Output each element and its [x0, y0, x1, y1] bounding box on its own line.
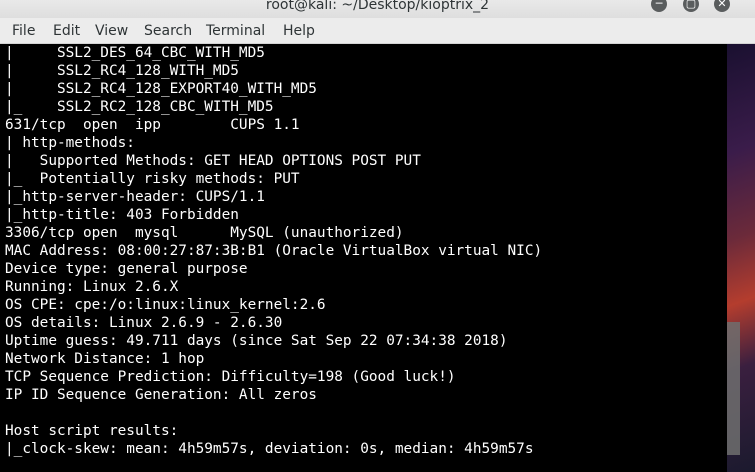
- terminal-line: Host script results:: [5, 423, 179, 439]
- terminal-line: 631/tcp open ipp CUPS 1.1: [5, 117, 300, 133]
- terminal-line: Running: Linux 2.6.X: [5, 279, 179, 295]
- terminal-line: | http-methods:: [5, 135, 135, 151]
- terminal-line: IP ID Sequence Generation: All zeros: [5, 387, 317, 403]
- terminal-line: Uptime guess: 49.711 days (since Sat Sep…: [5, 333, 508, 349]
- terminal-line: | Supported Methods: GET HEAD OPTIONS PO…: [5, 153, 421, 169]
- terminal-line: |_http-title: 403 Forbidden: [5, 207, 239, 223]
- menu-terminal[interactable]: Terminal: [206, 23, 265, 39]
- terminal-line: |_clock-skew: mean: 4h59m57s, deviation:…: [5, 441, 534, 457]
- terminal-line: Device type: general purpose: [5, 261, 248, 277]
- menu-view[interactable]: View: [95, 23, 128, 39]
- terminal-window: root@kali: ~/Desktop/kioptrix_2 ─ ▢ ✕ Fi…: [0, 0, 755, 472]
- menu-search[interactable]: Search: [144, 23, 192, 39]
- title-bar[interactable]: root@kali: ~/Desktop/kioptrix_2 ─ ▢ ✕: [0, 0, 755, 18]
- menu-help[interactable]: Help: [283, 23, 315, 39]
- terminal-line: |_ SSL2_RC2_128_CBC_WITH_MD5: [5, 99, 274, 115]
- terminal-line: | SSL2_RC4_128_WITH_MD5: [5, 63, 239, 79]
- terminal-output[interactable]: | SSL2_DES_64_CBC_WITH_MD5 | SSL2_RC4_12…: [0, 44, 727, 472]
- menu-edit[interactable]: Edit: [53, 23, 80, 39]
- terminal-line: 3306/tcp open mysql MySQL (unauthorized): [5, 225, 404, 241]
- terminal-line: | SSL2_RC4_128_EXPORT40_WITH_MD5: [5, 81, 317, 97]
- terminal-line: OS details: Linux 2.6.9 - 2.6.30: [5, 315, 283, 331]
- menu-bar: File Edit View Search Terminal Help: [0, 18, 755, 44]
- terminal-line: TCP Sequence Prediction: Difficulty=198 …: [5, 369, 456, 385]
- scrollbar-thumb[interactable]: [727, 322, 740, 455]
- terminal-line: Network Distance: 1 hop: [5, 351, 205, 367]
- terminal-line: |_http-server-header: CUPS/1.1: [5, 189, 265, 205]
- terminal-line: MAC Address: 08:00:27:87:3B:B1 (Oracle V…: [5, 243, 543, 259]
- desktop-background-strip: [727, 44, 755, 472]
- terminal-line: | SSL2_DES_64_CBC_WITH_MD5: [5, 45, 265, 61]
- window-title: root@kali: ~/Desktop/kioptrix_2: [265, 0, 490, 13]
- menu-file[interactable]: File: [12, 23, 35, 39]
- terminal-line: |_ Potentially risky methods: PUT: [5, 171, 300, 187]
- terminal-line: OS CPE: cpe:/o:linux:linux_kernel:2.6: [5, 297, 326, 313]
